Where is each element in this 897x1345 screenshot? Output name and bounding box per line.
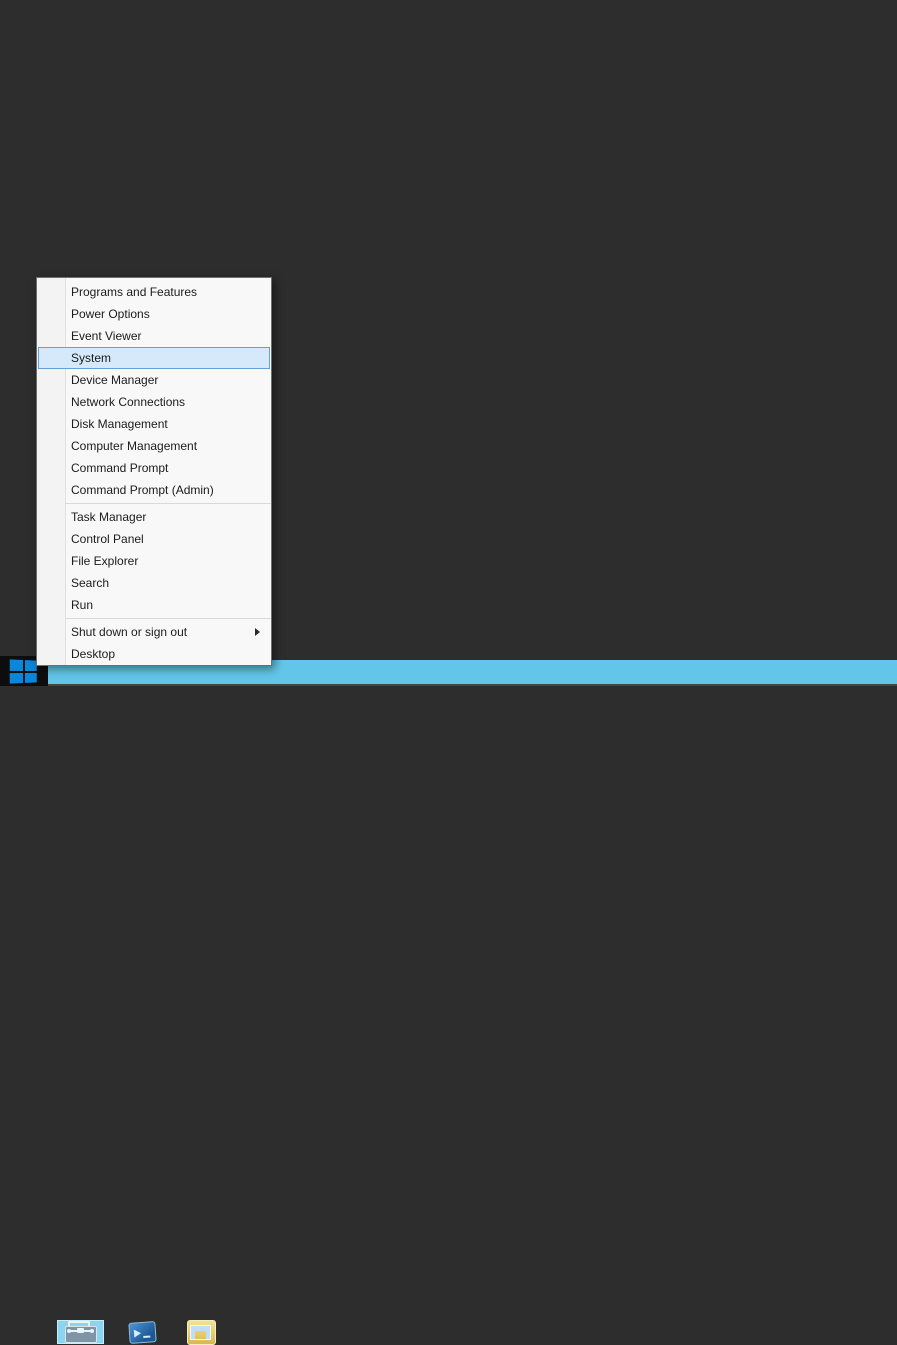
menu-item-label: Command Prompt (Admin) [71, 483, 214, 497]
menu-item-command-prompt[interactable]: Command Prompt [37, 457, 271, 479]
menu-item-label: Search [71, 576, 109, 590]
menu-item-label: File Explorer [71, 554, 138, 568]
menu-item-desktop[interactable]: Desktop [37, 643, 271, 665]
toolbox-knob [77, 1328, 84, 1333]
powershell-chevron [133, 1328, 141, 1336]
taskbar-app-server-manager[interactable] [57, 1320, 104, 1344]
windows-logo-pane [10, 672, 23, 683]
windows-logo-pane [25, 672, 37, 683]
menu-item-label: Device Manager [71, 373, 158, 387]
menu-item-label: Command Prompt [71, 461, 168, 475]
menu-item-power-options[interactable]: Power Options [37, 303, 271, 325]
winx-menu: Programs and Features Power Options Event … [36, 277, 272, 666]
windows-logo-pane [10, 659, 23, 670]
powershell-icon [128, 1321, 156, 1344]
menu-item-label: Power Options [71, 307, 150, 321]
menu-item-label: Task Manager [71, 510, 146, 524]
menu-separator [66, 503, 271, 504]
menu-item-system[interactable]: System [38, 347, 270, 369]
menu-separator [66, 618, 271, 619]
menu-item-control-panel[interactable]: Control Panel [37, 528, 271, 550]
menu-item-shut-down-or-sign-out[interactable]: Shut down or sign out [37, 621, 271, 643]
menu-item-label: Disk Management [71, 417, 168, 431]
menu-items: Programs and Features Power Options Event … [37, 278, 271, 665]
menu-item-network-connections[interactable]: Network Connections [37, 391, 271, 413]
menu-item-label: Desktop [71, 647, 115, 661]
menu-item-label: Control Panel [71, 532, 144, 546]
taskbar-app-file-explorer[interactable] [183, 1320, 219, 1344]
menu-item-label: Programs and Features [71, 285, 197, 299]
windows-logo-icon [10, 659, 37, 683]
menu-item-disk-management[interactable]: Disk Management [37, 413, 271, 435]
menu-item-label: Run [71, 598, 93, 612]
menu-item-label: Computer Management [71, 439, 197, 453]
menu-item-computer-management[interactable]: Computer Management [37, 435, 271, 457]
menu-item-device-manager[interactable]: Device Manager [37, 369, 271, 391]
menu-item-label: Network Connections [71, 395, 185, 409]
menu-item-command-prompt-admin[interactable]: Command Prompt (Admin) [37, 479, 271, 501]
menu-item-label: System [71, 351, 111, 365]
windows-logo-pane [25, 660, 37, 671]
menu-item-task-manager[interactable]: Task Manager [37, 506, 271, 528]
folder-front [191, 1326, 210, 1339]
submenu-arrow-icon [255, 628, 260, 636]
menu-item-event-viewer[interactable]: Event Viewer [37, 325, 271, 347]
powershell-underscore [143, 1334, 150, 1336]
menu-item-programs-and-features[interactable]: Programs and Features [37, 281, 271, 303]
menu-item-run[interactable]: Run [37, 594, 271, 616]
menu-item-label: Shut down or sign out [71, 625, 187, 639]
taskbar-app-powershell[interactable] [124, 1320, 160, 1344]
desktop[interactable]: { "desktop": { "background_color": "#2D2… [0, 0, 897, 686]
menu-item-file-explorer[interactable]: File Explorer [37, 550, 271, 572]
menu-item-label: Event Viewer [71, 329, 141, 343]
file-explorer-folder-icon [187, 1320, 216, 1345]
server-manager-toolbox-icon [64, 1321, 98, 1343]
menu-item-search[interactable]: Search [37, 572, 271, 594]
